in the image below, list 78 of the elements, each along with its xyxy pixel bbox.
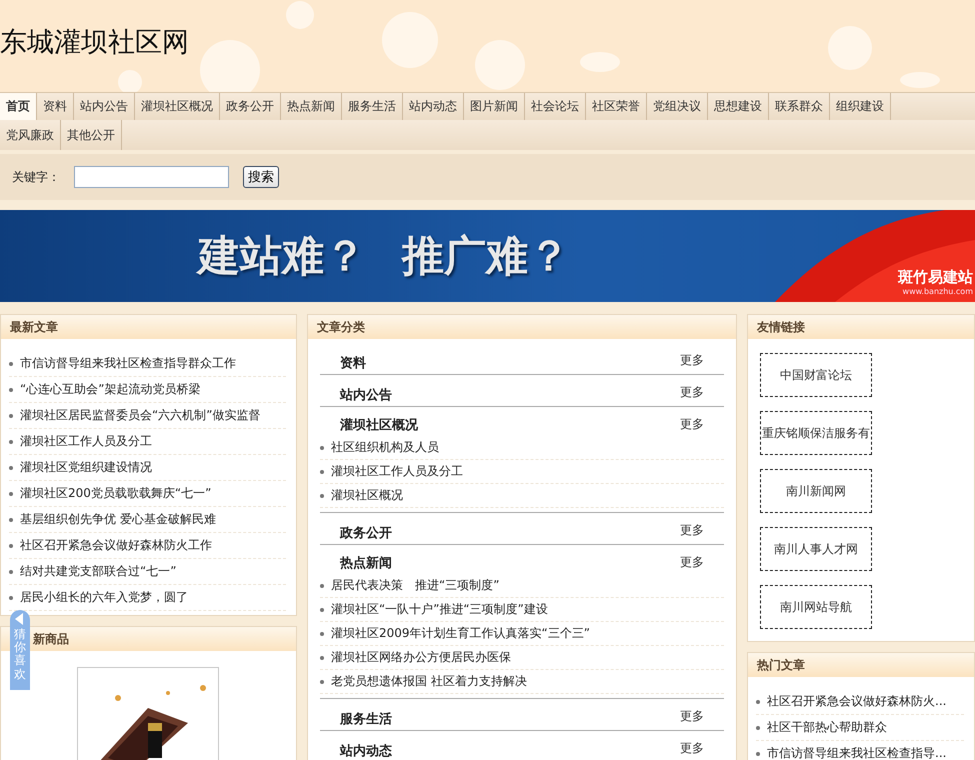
search-button[interactable]: 搜索 [243, 166, 279, 188]
article-link[interactable]: 结对共建党支部联合过“七一” [20, 563, 176, 580]
bullet-icon [756, 752, 760, 756]
bullet-icon [320, 656, 324, 660]
banner-headline: 推广难？ [402, 230, 570, 282]
bullet-icon [9, 414, 13, 418]
friend-link[interactable]: 南川人事人才网 [760, 527, 872, 571]
article-link[interactable]: 市信访督导组来我社区检查指导... [767, 745, 946, 760]
article-link[interactable]: 社区组织机构及人员 [331, 439, 439, 456]
more-link[interactable]: 更多 [680, 554, 704, 574]
article-link[interactable]: 社区召开紧急会议做好森林防火... [767, 693, 946, 710]
brand-url: www.banzhu.com [902, 287, 973, 296]
category-title: 灌坝社区概况 [340, 417, 418, 434]
more-link[interactable]: 更多 [680, 740, 704, 760]
article-link[interactable]: 市信访督导组来我社区检查指导群众工作 [20, 355, 236, 372]
friend-link[interactable]: 重庆铭顺保洁服务有 [760, 411, 872, 455]
bullet-icon [9, 388, 13, 392]
more-link[interactable]: 更多 [680, 352, 704, 374]
more-link[interactable]: 更多 [680, 708, 704, 730]
nav-tab[interactable]: 首页 [0, 93, 37, 120]
bullet-icon [320, 632, 324, 636]
category-title: 热点新闻 [340, 554, 392, 572]
article-link[interactable]: 社区召开紧急会议做好森林防火工作 [20, 537, 212, 554]
panel-title: 新商品 [33, 630, 69, 648]
bullet-icon [756, 726, 760, 730]
search-label: 关键字： [12, 168, 60, 186]
bullet-icon [320, 608, 324, 612]
more-link[interactable]: 更多 [680, 416, 704, 436]
article-link[interactable]: 灌坝社区工作人员及分工 [20, 433, 152, 450]
nav-tab[interactable]: 其他公开 [61, 120, 122, 150]
friend-link[interactable]: 南川新闻网 [760, 469, 872, 513]
category-title: 站内动态 [340, 743, 392, 760]
bullet-icon [9, 362, 13, 366]
bullet-icon [9, 492, 13, 496]
category-title: 站内公告 [340, 386, 392, 404]
bullet-icon [9, 544, 13, 548]
search-field[interactable] [74, 166, 229, 188]
article-link[interactable]: 灌坝社区居民监督委员会“六六机制”做实监督 [20, 407, 260, 424]
bullet-icon [9, 518, 13, 522]
bullet-icon [320, 494, 324, 498]
article-link[interactable]: 灌坝社区党组织建设情况 [20, 459, 152, 476]
article-link[interactable]: 灌坝社区网络办公方便居民办医保 [331, 649, 511, 666]
bullet-icon [320, 470, 324, 474]
category-title: 政务公开 [340, 525, 392, 542]
bullet-icon [9, 596, 13, 600]
article-link[interactable]: 灌坝社区工作人员及分工 [331, 463, 463, 480]
panel-title: 热门文章 [757, 656, 805, 674]
site-title: 东城灌坝社区网 [0, 26, 189, 60]
bullet-icon [320, 446, 324, 450]
panel-title: 最新文章 [10, 318, 58, 336]
brand-logo: 斑竹易建站 [898, 268, 973, 287]
article-link[interactable]: “心连心互助会”架起流动党员桥梁 [20, 381, 200, 398]
friend-link[interactable]: 中国财富论坛 [760, 353, 872, 397]
arrow-left-icon [14, 613, 24, 625]
article-link[interactable]: 居民代表决策 推进“三项制度” [331, 577, 500, 594]
article-link[interactable]: 基层组织创先争优 爱心基金破解民难 [20, 511, 216, 528]
category-title: 资料 [340, 355, 366, 372]
nav-tab[interactable]: 党风廉政 [0, 120, 61, 150]
category-title: 服务生活 [340, 711, 392, 728]
bullet-icon [756, 700, 760, 704]
article-link[interactable]: 灌坝社区“一队十户”推进“三项制度”建设 [331, 601, 548, 618]
more-link[interactable]: 更多 [680, 384, 704, 406]
bullet-icon [320, 584, 324, 588]
article-link[interactable]: 灌坝社区概况 [331, 487, 403, 504]
bullet-icon [320, 680, 324, 684]
panel-title: 友情链接 [757, 318, 805, 336]
article-link[interactable]: 居民小组长的六年入党梦，圆了 [20, 589, 188, 606]
banner-headline: 建站难？ [198, 230, 366, 282]
bullet-icon [9, 440, 13, 444]
bullet-icon [9, 466, 13, 470]
panel-title: 文章分类 [317, 318, 365, 336]
article-link[interactable]: 灌坝社区2009年计划生育工作认真落实“三个三” [331, 625, 590, 642]
friend-link[interactable]: 南川网站导航 [760, 585, 872, 629]
article-link[interactable]: 社区干部热心帮助群众 [767, 719, 887, 736]
article-link[interactable]: 灌坝社区200党员载歌载舞庆“七一” [20, 485, 212, 502]
article-link[interactable]: 老党员想遗体报国 社区着力支持解决 [331, 673, 527, 690]
bullet-icon [9, 570, 13, 574]
more-link[interactable]: 更多 [680, 522, 704, 544]
